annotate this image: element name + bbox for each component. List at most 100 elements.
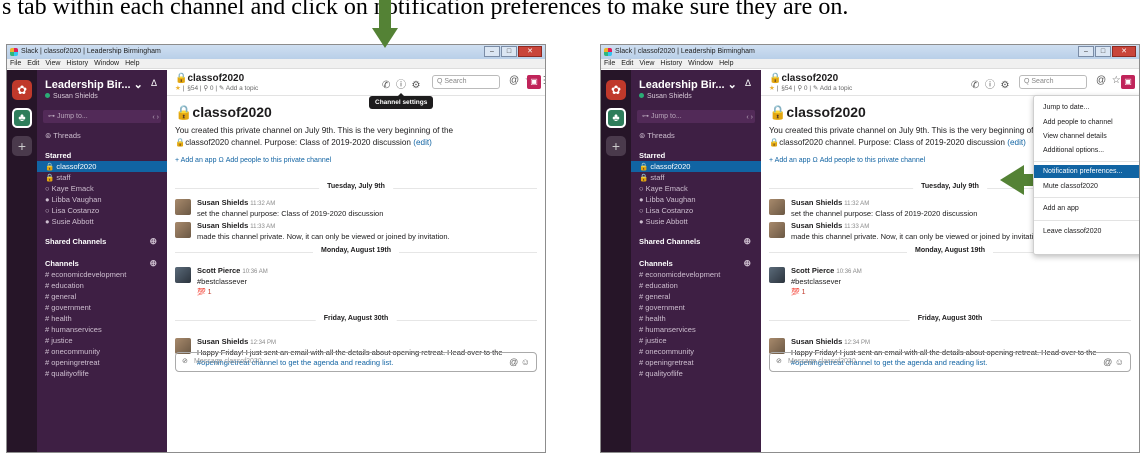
sidebar-channel[interactable]: # general bbox=[37, 291, 167, 302]
sidebar-channel[interactable]: # qualityoflife bbox=[37, 368, 167, 379]
sidebar-channel[interactable]: # onecommunity bbox=[631, 346, 761, 357]
menu-edit[interactable]: Edit bbox=[27, 60, 39, 67]
info-icon[interactable]: ⓘ bbox=[396, 80, 406, 91]
menu-view[interactable]: View bbox=[639, 60, 654, 67]
star-outline-icon[interactable]: ☆ bbox=[1112, 75, 1121, 86]
sidebar-channel[interactable]: # economicdevelopment bbox=[631, 269, 761, 280]
avatar[interactable] bbox=[175, 222, 191, 238]
sidebar-channel[interactable]: # openingretreat bbox=[37, 357, 167, 368]
sidebar-channel[interactable]: # general bbox=[631, 291, 761, 302]
message-input[interactable]: ⊘ Message classof2020 @ ☺ bbox=[769, 352, 1131, 372]
phone-icon[interactable]: ✆ bbox=[382, 80, 390, 91]
intro-actions[interactable]: + Add an app Ω Add people to this privat… bbox=[175, 157, 331, 164]
shared-channels-header[interactable]: Shared Channels ⊕ bbox=[37, 236, 167, 247]
menu-window[interactable]: Window bbox=[688, 60, 713, 67]
maximize-button[interactable]: □ bbox=[1095, 46, 1111, 57]
at-emoji-icons[interactable]: @ ☺ bbox=[1103, 353, 1124, 371]
sidebar-channel[interactable]: # education bbox=[631, 280, 761, 291]
sidebar-channel[interactable]: # education bbox=[37, 280, 167, 291]
sidebar-item-staff[interactable]: 🔒 staff bbox=[631, 172, 761, 183]
gear-icon[interactable]: ⚙ bbox=[1001, 80, 1010, 91]
sidebar-channel[interactable]: # humanservices bbox=[631, 324, 761, 335]
message-input[interactable]: ⊘ Message classof2020 @ ☺ bbox=[175, 352, 537, 372]
menu-window[interactable]: Window bbox=[94, 60, 119, 67]
sidebar-item-susie-abbott[interactable]: ● Susie Abbott bbox=[631, 216, 761, 227]
search-input[interactable]: Q Search bbox=[432, 75, 500, 89]
avatar[interactable] bbox=[175, 199, 191, 215]
edit-purpose-link[interactable]: (edit) bbox=[1007, 138, 1026, 147]
at-icon[interactable]: @ bbox=[509, 75, 519, 86]
shared-channels-header[interactable]: Shared Channels ⊕ bbox=[631, 236, 761, 247]
menu-view[interactable]: View bbox=[45, 60, 60, 67]
edit-purpose-link[interactable]: (edit) bbox=[413, 138, 432, 147]
avatar[interactable] bbox=[769, 222, 785, 238]
intro-actions[interactable]: + Add an app Ω Add people to this privat… bbox=[769, 157, 925, 164]
workspace-icon[interactable]: ✿ bbox=[12, 80, 32, 100]
sidebar-item-lisa-costanzo[interactable]: ○ Lisa Costanzo bbox=[37, 205, 167, 216]
menu-item-leave-channel[interactable]: Leave classof2020 bbox=[1034, 225, 1139, 238]
sidebar-item-classof2020[interactable]: 🔒 classof2020 bbox=[631, 161, 761, 172]
menu-item-additional-options[interactable]: Additional options... bbox=[1034, 144, 1139, 157]
workspace-name[interactable]: Leadership Bir... ⌄ bbox=[639, 78, 737, 91]
close-button[interactable]: ✕ bbox=[518, 46, 542, 57]
menu-item-add-app[interactable]: Add an app bbox=[1034, 202, 1139, 215]
menu-item-add-people[interactable]: Add people to channel bbox=[1034, 116, 1139, 129]
menu-item-view-details[interactable]: View channel details bbox=[1034, 130, 1139, 143]
sidebar-channel[interactable]: # economicdevelopment bbox=[37, 269, 167, 280]
menu-file[interactable]: File bbox=[10, 60, 21, 67]
workspace-icon[interactable]: ✿ bbox=[606, 80, 626, 100]
close-button[interactable]: ✕ bbox=[1112, 46, 1136, 57]
add-workspace-button[interactable]: + bbox=[12, 136, 32, 156]
jump-to-button[interactable]: ⊶ Jump to... ‹ › bbox=[637, 110, 755, 123]
sidebar-channel[interactable]: # health bbox=[631, 313, 761, 324]
sidebar-item-lisa-costanzo[interactable]: ○ Lisa Costanzo bbox=[631, 205, 761, 216]
reaction-badge[interactable]: 💯 1 bbox=[791, 288, 806, 298]
jump-to-button[interactable]: ⊶ Jump to... ‹ › bbox=[43, 110, 161, 123]
menu-item-mute-channel[interactable]: Mute classof2020 bbox=[1034, 180, 1139, 193]
sidebar-item-libba-vaughan[interactable]: ● Libba Vaughan bbox=[631, 194, 761, 205]
sidebar-item-libba-vaughan[interactable]: ● Libba Vaughan bbox=[37, 194, 167, 205]
sidebar-item-staff[interactable]: 🔒 staff bbox=[37, 172, 167, 183]
avatar[interactable] bbox=[175, 267, 191, 283]
attach-icon[interactable]: ⊘ bbox=[182, 353, 188, 371]
history-nav-icons[interactable]: ‹ › bbox=[152, 111, 159, 124]
plus-circle-icon[interactable]: ⊕ bbox=[743, 258, 751, 269]
menu-help[interactable]: Help bbox=[719, 60, 733, 67]
bell-icon[interactable]: Δ bbox=[151, 78, 157, 88]
chevron-down-icon[interactable]: ⌄ bbox=[728, 79, 737, 91]
sidebar-channel[interactable]: # government bbox=[631, 302, 761, 313]
add-workspace-button[interactable]: + bbox=[606, 136, 626, 156]
menu-item-notification-preferences[interactable]: Notification preferences... bbox=[1034, 165, 1139, 178]
minimize-button[interactable]: – bbox=[1078, 46, 1094, 57]
reaction-badge[interactable]: 💯 1 bbox=[197, 288, 212, 298]
menu-edit[interactable]: Edit bbox=[621, 60, 633, 67]
search-input[interactable]: Q Search bbox=[1019, 75, 1087, 89]
phone-icon[interactable]: ✆ bbox=[971, 80, 979, 91]
sidebar-item-kaye-emack[interactable]: ○ Kaye Emack bbox=[631, 183, 761, 194]
workspace-name[interactable]: Leadership Bir... ⌄ bbox=[45, 78, 143, 91]
info-icon[interactable]: ⓘ bbox=[985, 80, 995, 91]
apps-icon[interactable]: ▣ bbox=[527, 75, 541, 89]
menu-help[interactable]: Help bbox=[125, 60, 139, 67]
chevron-down-icon[interactable]: ⌄ bbox=[134, 79, 143, 91]
channels-header[interactable]: Channels ⊕ bbox=[37, 258, 167, 269]
sidebar-channel[interactable]: # openingretreat bbox=[631, 357, 761, 368]
sidebar-item-threads[interactable]: ⊚ Threads bbox=[37, 130, 167, 141]
at-icon[interactable]: @ bbox=[1096, 75, 1106, 86]
plus-circle-icon[interactable]: ⊕ bbox=[743, 236, 751, 247]
bell-icon[interactable]: Δ bbox=[745, 78, 751, 88]
apps-icon[interactable]: ▣ bbox=[1121, 75, 1135, 89]
menu-history[interactable]: History bbox=[660, 60, 682, 67]
at-emoji-icons[interactable]: @ ☺ bbox=[509, 353, 530, 371]
plus-circle-icon[interactable]: ⊕ bbox=[149, 258, 157, 269]
channel-name[interactable]: 🔒classof2020 bbox=[175, 73, 244, 84]
attach-icon[interactable]: ⊘ bbox=[776, 353, 782, 371]
sidebar-channel[interactable]: # justice bbox=[631, 335, 761, 346]
plus-circle-icon[interactable]: ⊕ bbox=[149, 236, 157, 247]
sidebar-channel[interactable]: # government bbox=[37, 302, 167, 313]
workspace-leadership-icon[interactable]: ♣ bbox=[12, 108, 32, 128]
history-nav-icons[interactable]: ‹ › bbox=[746, 111, 753, 124]
channels-header[interactable]: Channels ⊕ bbox=[631, 258, 761, 269]
channel-name[interactable]: 🔒classof2020 bbox=[769, 73, 838, 84]
maximize-button[interactable]: □ bbox=[501, 46, 517, 57]
